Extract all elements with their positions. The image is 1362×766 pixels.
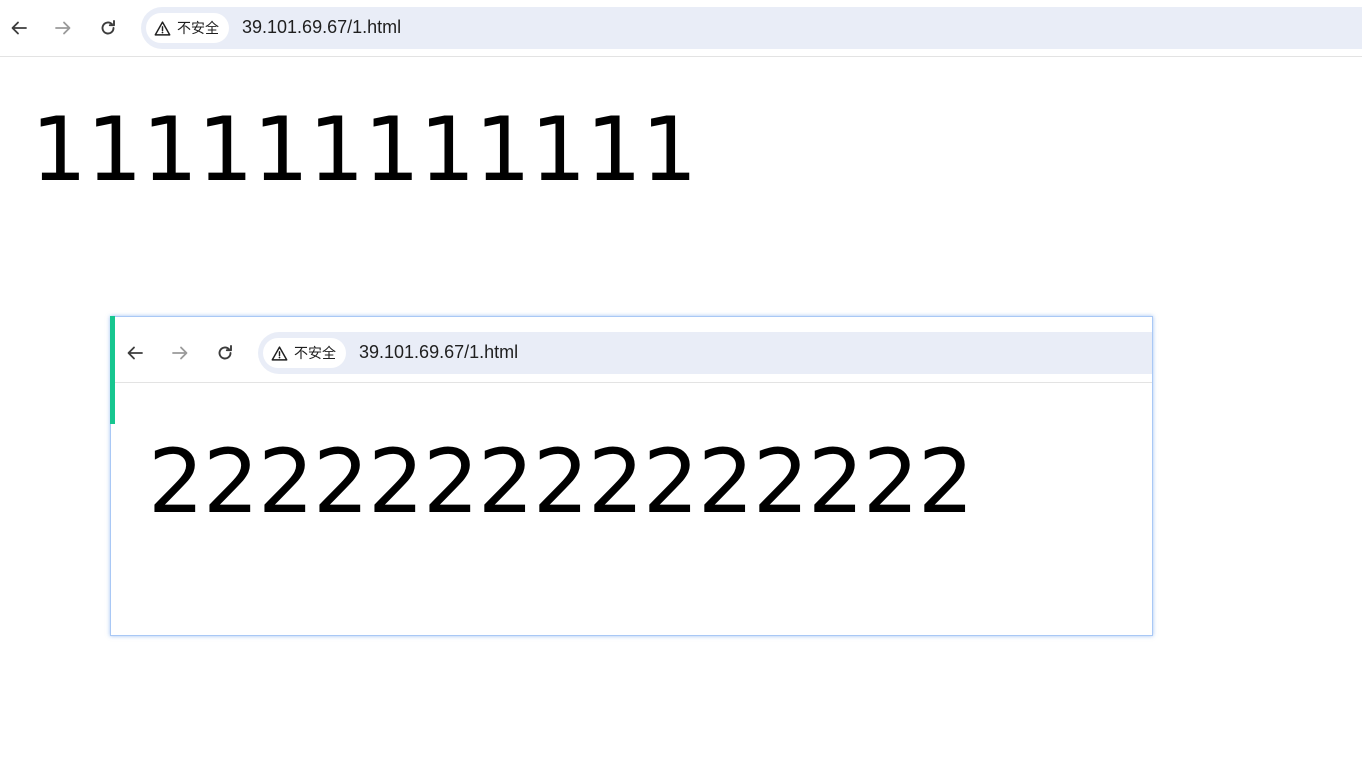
embedded-security-label: 不安全 (294, 346, 336, 362)
embedded-back-button[interactable] (119, 337, 151, 369)
reload-icon (101, 20, 115, 35)
embedded-browser-toolbar: 不安全 39.101.69.67/1.html (111, 317, 1152, 383)
embedded-page-heading-text: 222222222222222 (148, 430, 974, 533)
back-button[interactable] (3, 12, 35, 44)
arrow-right-icon (55, 21, 71, 35)
arrow-left-icon (11, 21, 27, 35)
arrow-left-icon (127, 346, 143, 360)
embedded-url-text[interactable]: 39.101.69.67/1.html (359, 342, 518, 363)
arrow-right-icon (172, 346, 188, 360)
url-text[interactable]: 39.101.69.67/1.html (242, 17, 401, 38)
reload-button[interactable] (92, 12, 124, 44)
embedded-address-bar[interactable]: 不安全 39.101.69.67/1.html (258, 332, 1152, 374)
embedded-security-indicator[interactable]: 不安全 (263, 338, 346, 368)
warning-triangle-icon (271, 345, 288, 361)
page-heading-text: 111111111111 (31, 98, 697, 201)
embedded-forward-button[interactable] (164, 337, 196, 369)
security-label: 不安全 (177, 21, 219, 37)
forward-button[interactable] (47, 12, 79, 44)
security-indicator[interactable]: 不安全 (146, 13, 229, 43)
embedded-browser-frame: 不安全 39.101.69.67/1.html 222222222222222 (110, 316, 1153, 636)
address-bar[interactable]: 不安全 39.101.69.67/1.html (141, 7, 1362, 49)
accent-bar (110, 316, 115, 424)
reload-icon (218, 345, 232, 360)
embedded-reload-button[interactable] (209, 337, 241, 369)
warning-triangle-icon (154, 20, 171, 36)
browser-toolbar: 不安全 39.101.69.67/1.html (0, 0, 1362, 57)
